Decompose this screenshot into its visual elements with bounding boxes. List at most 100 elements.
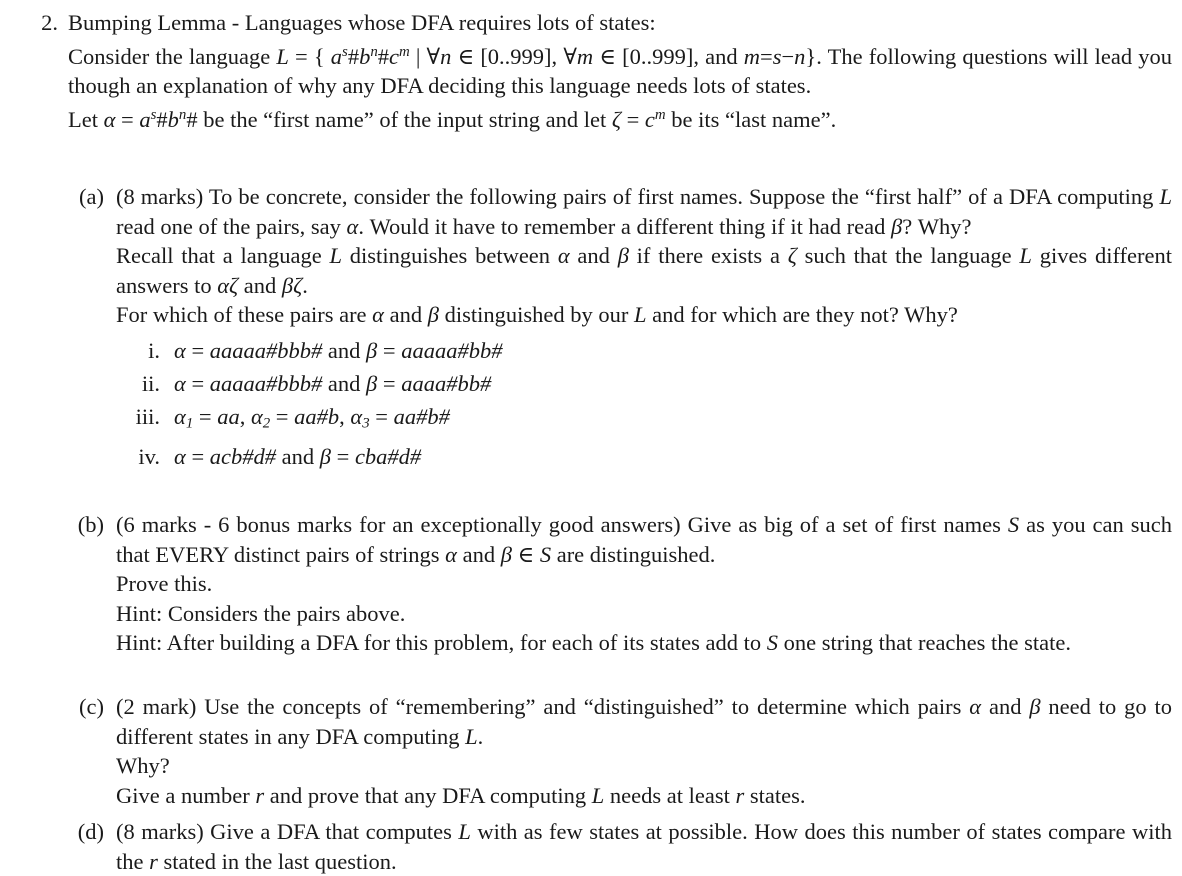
pair-item-ii: ii. α = aaaaa#bbb# and β = aaaa#bb#	[116, 367, 1172, 400]
part-a-marker: (a)	[79, 184, 104, 209]
forwhich-text-4: and for which are they not? Why?	[646, 302, 958, 327]
let-prefix: Let	[68, 106, 104, 132]
eq-2: =	[759, 43, 773, 69]
part-b-text-1: Give as big of a set of first names	[680, 512, 1008, 537]
part-c-marks: (2 mark)	[116, 694, 197, 719]
forall-n: ∀n	[426, 43, 452, 69]
give-symbol-L: L	[591, 782, 605, 808]
pair-iii-a3-eq: =	[369, 403, 394, 429]
part-a-marks: (8 marks)	[116, 184, 204, 209]
part-a-text-4: ? Why?	[902, 213, 972, 239]
give-symbol-r2: r	[735, 782, 745, 808]
pair-iii-a1-value: aa	[217, 403, 240, 429]
intro-and: and	[698, 43, 744, 69]
let-tail: be its “last name”.	[665, 106, 837, 132]
pair-item-iii: iii. α1 = aa, α2 = aa#b, α3 = aa#b#	[116, 400, 1172, 441]
range-1: [0..999],	[480, 43, 558, 69]
part-a-item: (a) (8 marks) To be concrete, consider t…	[62, 182, 1172, 473]
pair-i-marker: i.	[148, 337, 160, 363]
recall-symbol-alpha: α	[557, 243, 570, 268]
term-c-exponent: m	[399, 43, 410, 60]
give-number-paragraph: Give a number r and prove that any DFA c…	[116, 781, 1172, 811]
part-d-paragraph: (8 marks) Give a DFA that computes L wit…	[116, 817, 1172, 876]
part-c-text-1: Use the concepts of “remembering” and “d…	[196, 694, 970, 719]
pair-iii-a2-value: aa#b	[294, 403, 340, 429]
part-a-symbol-beta: β	[890, 213, 903, 239]
part-b-body: (6 marks - 6 bonus marks for an exceptio…	[116, 510, 1172, 658]
recall-text-2: distinguishes between	[342, 243, 558, 268]
recall-text-7: and	[238, 272, 282, 298]
let-hash-1: #	[156, 106, 168, 132]
pair-ii-rhs-symbol: β	[366, 370, 378, 396]
pair-iii-a3-value: aa#b#	[393, 403, 450, 429]
hint-2-text-1: Hint: After building a DFA for this prob…	[116, 630, 767, 655]
part-c-paragraph: (2 mark) Use the concepts of “rememberin…	[116, 692, 1172, 751]
recall-symbol-beta: β	[617, 243, 629, 268]
part-c-symbol-alpha: α	[969, 694, 982, 719]
pair-iii-sep-1: ,	[239, 403, 251, 429]
pair-iii-a2-symbol: α	[250, 403, 263, 429]
part-b-symbol-S2: S	[539, 541, 552, 567]
part-b-in-symbol: ∈	[511, 541, 540, 567]
part-d-symbol-r: r	[149, 848, 158, 874]
first-last-name-paragraph: Let α = as#bn# be the “first name” of th…	[68, 101, 1172, 135]
hash-2: #	[377, 43, 389, 69]
pair-iv-rhs-value: cba#d#	[354, 444, 422, 470]
question-2-body: Bumping Lemma - Languages whose DFA requ…	[68, 8, 1172, 134]
pair-iv-lhs-value: acb#d#	[209, 444, 277, 470]
recall-text-8: .	[302, 272, 308, 298]
part-a-symbol-alpha: α	[346, 213, 359, 239]
question-title: Bumping Lemma - Languages whose DFA requ…	[68, 10, 656, 35]
part-d-text-1: Give a DFA that computes	[203, 819, 459, 844]
part-c-item: (c) (2 mark) Use the concepts of “rememb…	[62, 692, 1172, 810]
recall-symbol-alpha-zeta: αζ	[217, 272, 239, 298]
hint-1-line: Hint: Considers the pairs above.	[116, 599, 1172, 629]
give-text-1: Give a number	[116, 782, 256, 808]
hint-2-paragraph: Hint: After building a DFA for this prob…	[116, 628, 1172, 658]
language-definition-paragraph: Consider the language L = { as#bn#cm | ∀…	[68, 38, 1172, 101]
pair-i-conj: and	[322, 337, 367, 363]
term-c: c	[389, 43, 399, 69]
let-eq-2: =	[620, 106, 645, 132]
part-c-symbol-L: L	[465, 723, 478, 749]
recall-text-4: if there exists a	[628, 243, 788, 268]
pair-ii-conj: and	[322, 370, 367, 396]
pair-ii-rhs-value: aaaa#bb#	[401, 370, 492, 396]
let-term-c-exponent: m	[654, 106, 666, 123]
part-c: (c) (2 mark) Use the concepts of “rememb…	[62, 692, 1172, 810]
part-d-symbol-L: L	[458, 819, 471, 844]
pair-iv-conj: and	[276, 444, 320, 470]
pair-ii-lhs-symbol: α	[174, 370, 186, 396]
pair-iii-sep-2: ,	[339, 403, 351, 429]
in-symbol-1: ∈	[451, 43, 481, 69]
question-number: 2.	[41, 10, 58, 35]
part-b-text-3: and	[456, 541, 501, 567]
part-b-symbol-S: S	[1007, 512, 1020, 537]
let-term-c: c	[644, 106, 655, 132]
part-d-marker: (d)	[77, 819, 104, 844]
pair-iii-a3-subscript: 3	[362, 415, 370, 432]
part-d-text-3: stated in the last question.	[157, 848, 397, 874]
part-b-marks: (6 marks - 6 bonus marks for an exceptio…	[116, 512, 681, 537]
pair-item-iv: iv. α = acb#d# and β = cba#d#	[116, 440, 1172, 473]
recall-text-3: and	[569, 243, 618, 268]
question-title-paragraph: Bumping Lemma - Languages whose DFA requ…	[68, 8, 1172, 38]
prove-this-line: Prove this.	[116, 569, 1172, 599]
pair-iv-rhs-eq: =	[330, 444, 355, 470]
pairs-list: i. α = aaaaa#bbb# and β = aaaaa#bb# ii. α …	[116, 334, 1172, 474]
var-n: n	[794, 43, 806, 69]
let-hash-2: #	[186, 106, 198, 132]
part-a-paragraph: (8 marks) To be concrete, consider the f…	[116, 182, 1172, 241]
pair-i-lhs-symbol: α	[174, 337, 186, 363]
forwhich-text-3: distinguished by our	[438, 302, 634, 327]
part-c-marker: (c)	[79, 694, 104, 719]
zeta-symbol: ζ	[611, 106, 621, 132]
part-c-body: (2 mark) Use the concepts of “rememberin…	[116, 692, 1172, 810]
intro-pipe: |	[409, 43, 427, 69]
pair-i-lhs-eq: =	[185, 337, 210, 363]
recall-symbol-L2: L	[1019, 243, 1032, 268]
pair-i-rhs-value: aaaaa#bb#	[401, 337, 503, 363]
forall-m: ∀m	[557, 43, 594, 69]
forwhich-text-2: and	[383, 302, 428, 327]
part-b-symbol-alpha: α	[445, 541, 457, 567]
